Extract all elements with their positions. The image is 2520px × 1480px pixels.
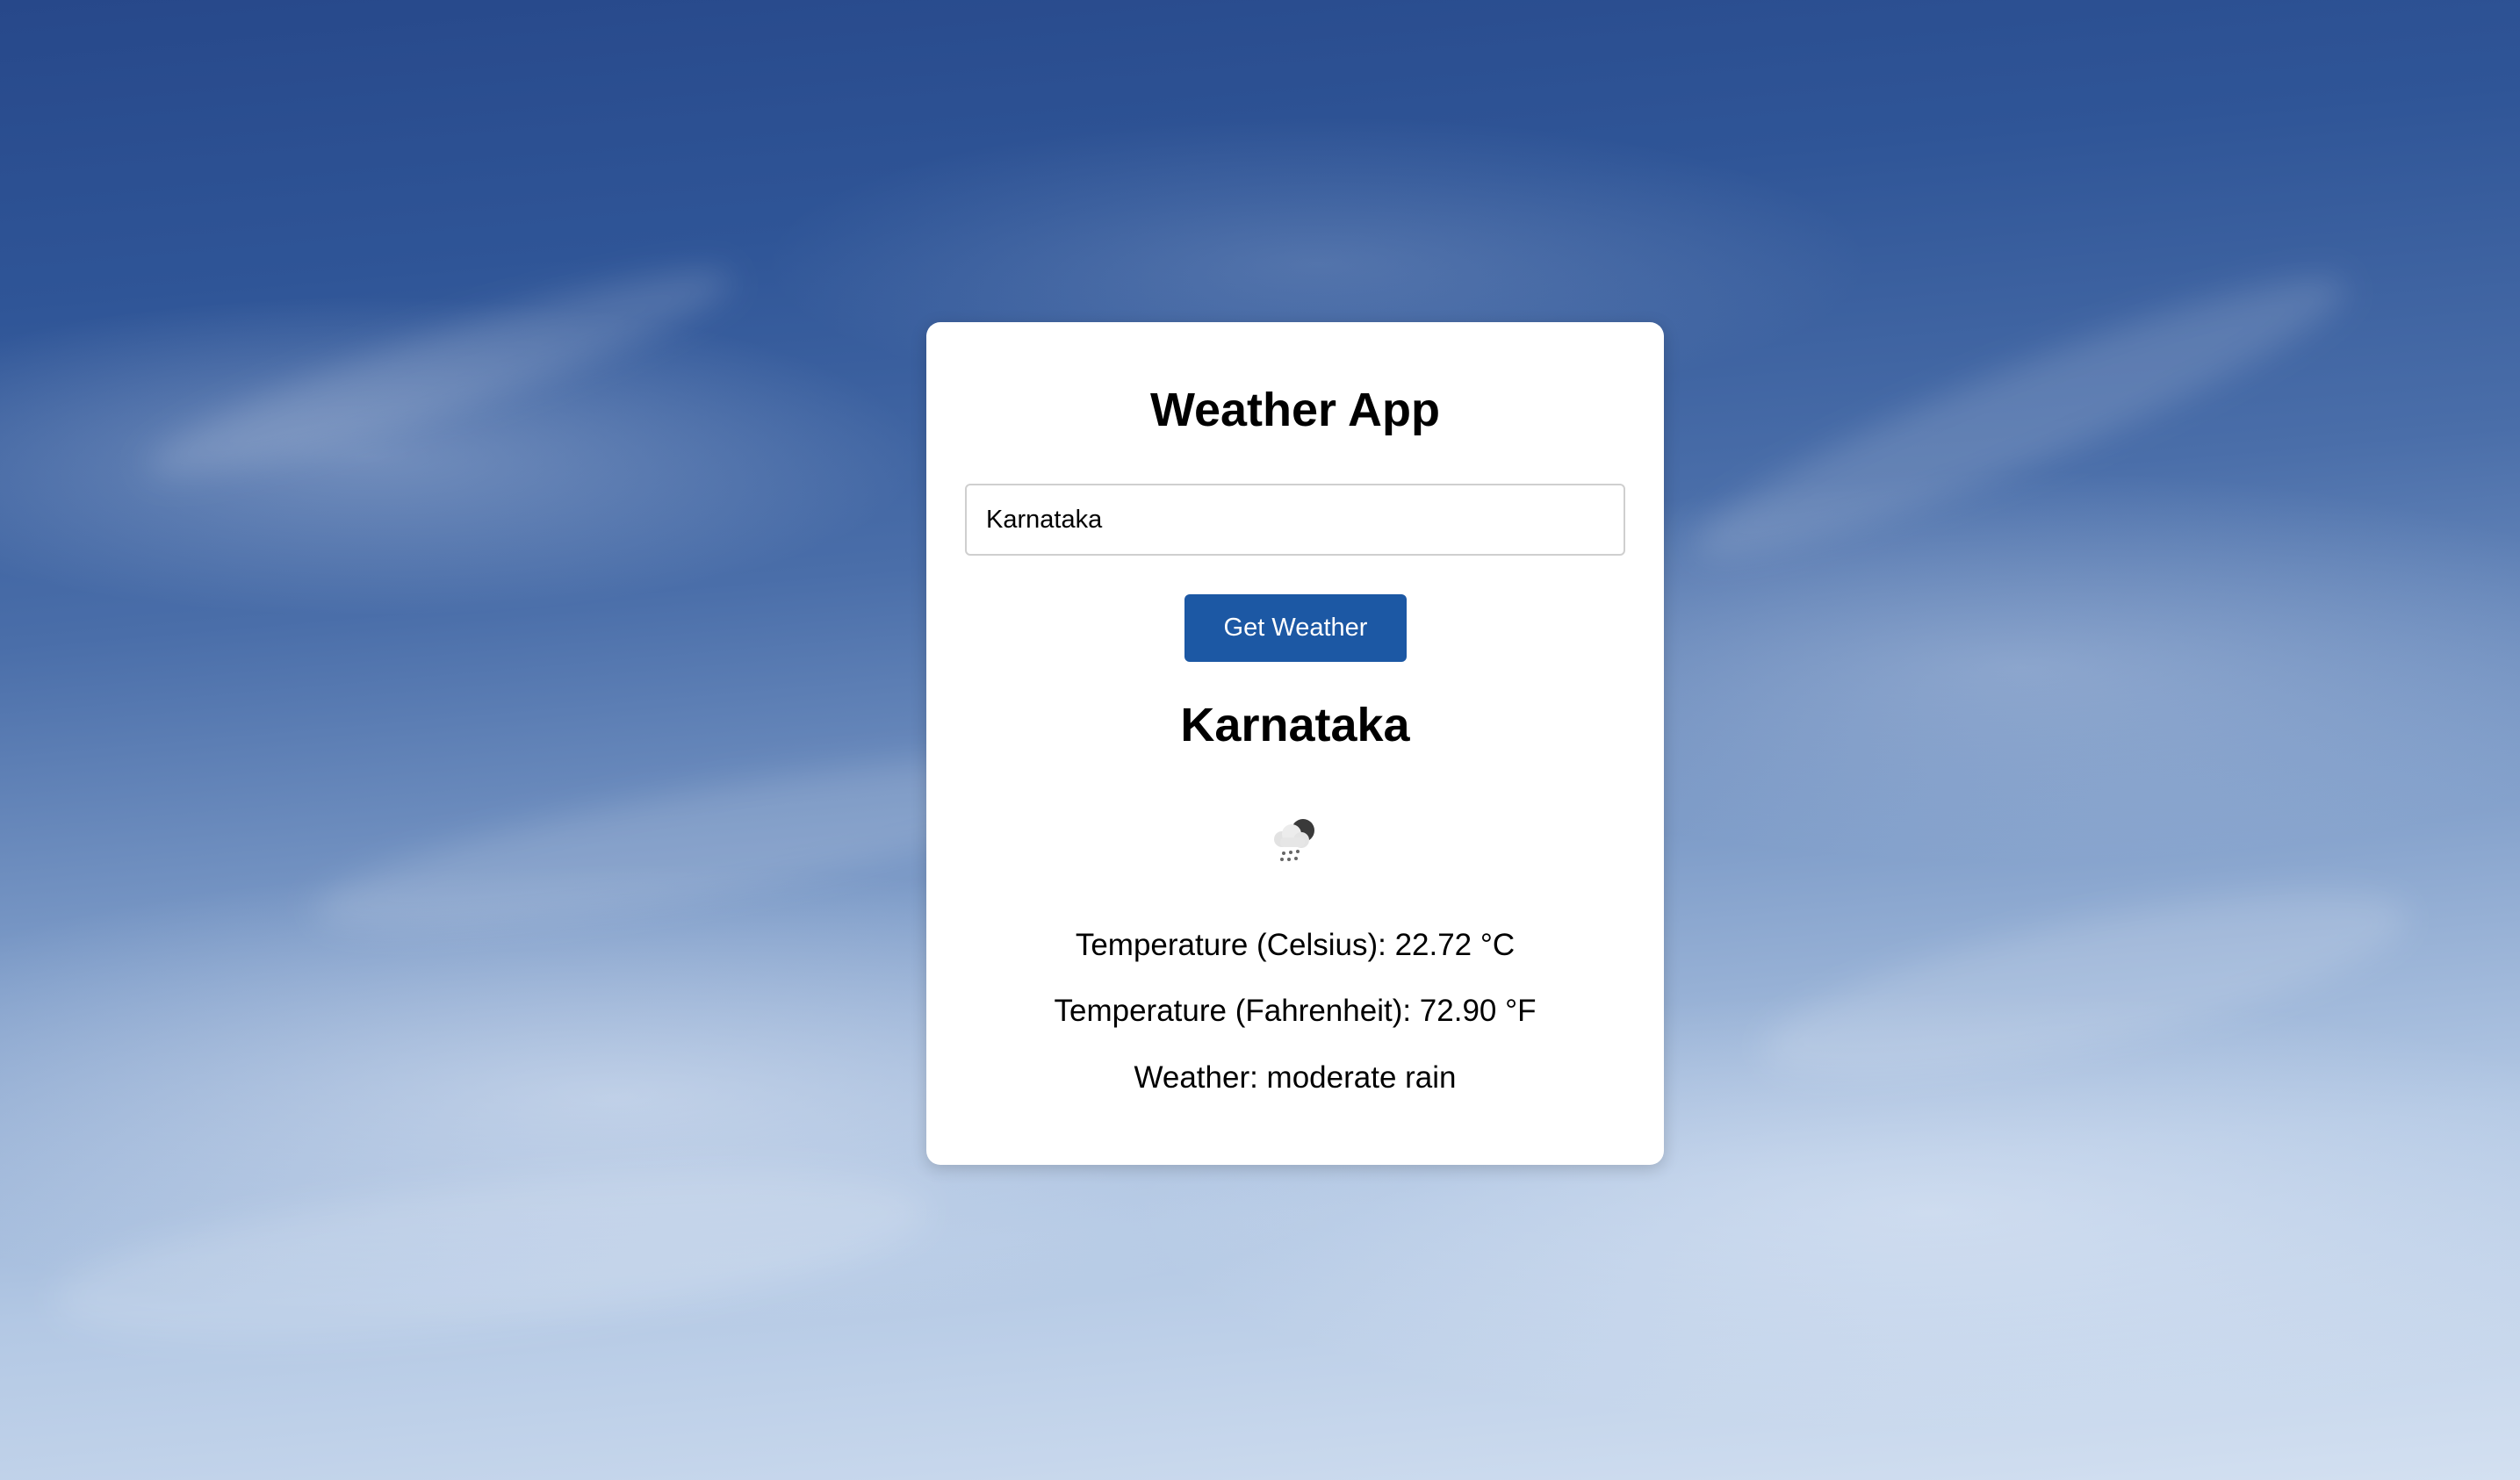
location-name: Karnataka xyxy=(1180,699,1410,751)
moderate-rain-icon xyxy=(1274,819,1314,861)
city-input[interactable] xyxy=(965,484,1625,556)
temperature-celsius: Temperature (Celsius): 22.72 °C xyxy=(1075,928,1516,962)
cloud-wisp xyxy=(1675,241,2364,593)
temperature-fahrenheit: Temperature (Fahrenheit): 72.90 °F xyxy=(1054,994,1537,1028)
weather-card: Weather App Get Weather Karnataka Temper… xyxy=(926,322,1664,1165)
cloud-wisp xyxy=(134,241,744,506)
weather-description: Weather: moderate rain xyxy=(1134,1060,1457,1095)
get-weather-button[interactable]: Get Weather xyxy=(1184,594,1407,662)
cloud-wisp xyxy=(1750,854,2421,1112)
app-title: Weather App xyxy=(1149,384,1441,436)
cloud-wisp xyxy=(47,1139,936,1371)
